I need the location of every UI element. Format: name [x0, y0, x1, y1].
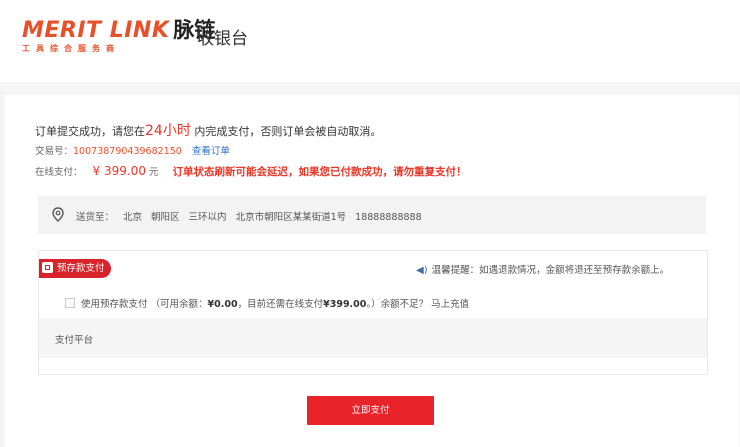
address-text: 送货至： 北京 朝阳区 三环以内 北京市朝阳区某某街道1号 1888888888… [76, 212, 422, 223]
online-payment-row: 在线支付： ¥ 399.00 元 订单状态刷新可能会延迟，如果您已付款成功，请勿重复支… [35, 164, 466, 179]
deadline-highlight: 24小时 [145, 123, 191, 139]
location-pin-icon [52, 207, 64, 222]
platform-label: 支付平台 [55, 335, 94, 346]
refund-tip: ◀) 温馨提醒：如遇退款情况，金额将退还至预存款余额上。 [416, 262, 669, 276]
merit-link-logo[interactable]: MERIT LINK 脉链 工具综合服务商 [22, 14, 215, 53]
trade-number-row: 交易号：100738790439682150 查看订单 [35, 143, 230, 157]
logo-subtitle: 工具综合服务商 [22, 44, 120, 53]
tip-text: 温馨提醒：如遇退款情况，金额将退还至预存款余额上。 [431, 265, 670, 276]
msg-after: 内完成支付，否则订单会被自动取消。 [194, 125, 382, 138]
duplicate-payment-warning: 订单状态刷新可能会延迟，如果您已付款成功，请勿重复支付！ [172, 166, 467, 178]
pay-label: 在线支付： [35, 167, 83, 178]
msg-before: 订单提交成功，请您在 [35, 125, 145, 138]
available-balance: ¥0.00 [207, 299, 238, 310]
delivery-address: 送货至： 北京 朝阳区 三环以内 北京市朝阳区某某街道1号 1888888888… [38, 196, 706, 234]
need-amount: ¥399.00 [323, 299, 367, 310]
balance-suffix: 。）余额不足？ 马上充值 [366, 299, 470, 310]
pay-now-button[interactable]: 立即支付 [307, 396, 434, 425]
payment-amount: ¥ 399.00 [92, 164, 146, 178]
wallet-icon [42, 262, 53, 273]
logo-en: MERIT LINK [22, 18, 170, 43]
use-prepaid-checkbox[interactable] [65, 298, 75, 308]
speaker-icon: ◀) [416, 265, 428, 276]
prepaid-balance-row: 使用预存款支付 （可用余额：¥0.00，目前还需在线支付¥399.00。）余额不… [65, 296, 469, 310]
balance-prefix: 使用预存款支付 （可用余额： [81, 299, 208, 310]
prepaid-payment-tag: 预存款支付 [39, 259, 111, 278]
page-title: 收银台 [197, 29, 248, 49]
order-success-message: 订单提交成功，请您在24小时 内完成支付，否则订单会被自动取消。 [35, 120, 381, 140]
view-order-link[interactable]: 查看订单 [192, 146, 230, 157]
checkout-panel: 订单提交成功，请您在24小时 内完成支付，否则订单会被自动取消。 交易号：100… [5, 95, 739, 447]
currency-unit: 元 [148, 167, 159, 178]
balance-mid: ，目前还需在线支付 [237, 299, 324, 310]
payment-box: 预存款支付 ◀) 温馨提醒：如遇退款情况，金额将退还至预存款余额上。 使用预存款支… [38, 250, 708, 375]
header: MERIT LINK 脉链 工具综合服务商 收银台 [0, 0, 740, 82]
prepaid-tag-label: 预存款支付 [57, 263, 105, 274]
payment-platform-section: 支付平台 [39, 318, 707, 358]
trade-label: 交易号： [35, 146, 74, 157]
trade-number: 100738790439682150 [73, 146, 182, 157]
